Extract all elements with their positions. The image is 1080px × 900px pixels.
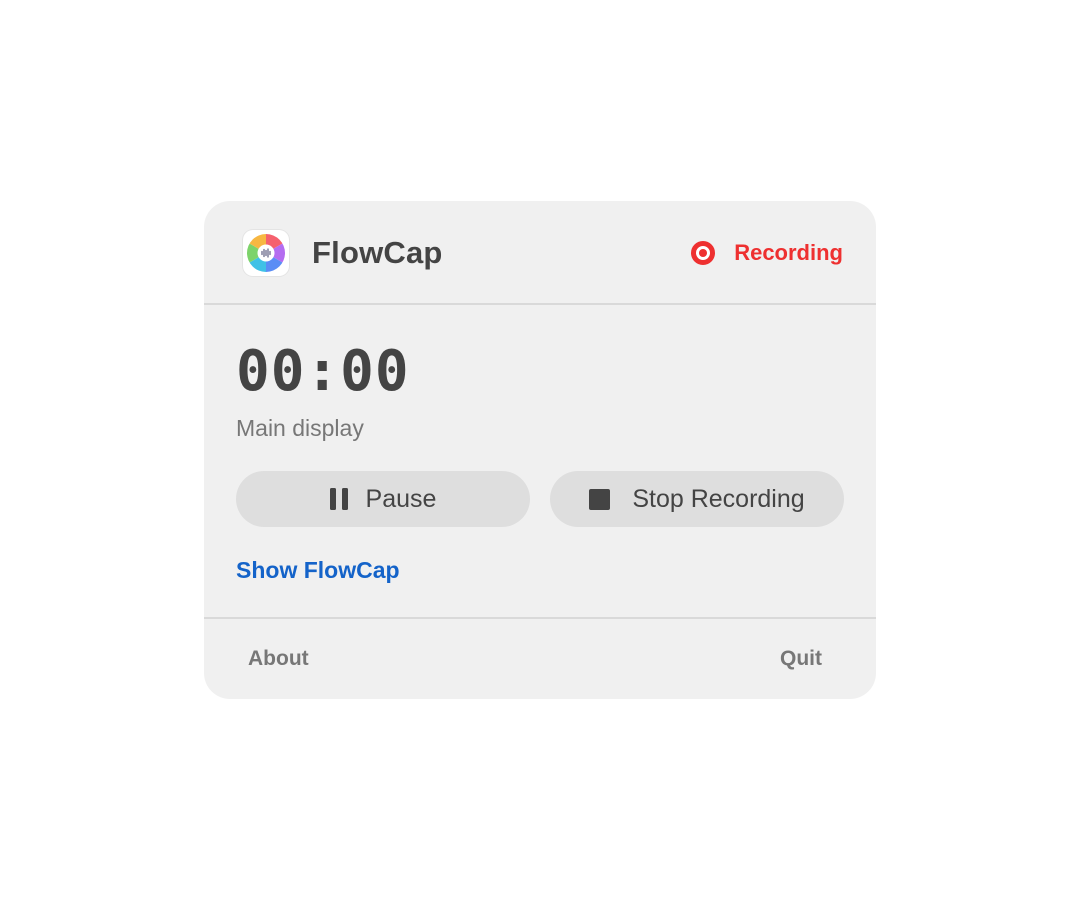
pause-button-label: Pause xyxy=(365,484,437,513)
stop-recording-button[interactable]: Stop Recording xyxy=(550,471,844,527)
panel-header: FlowCap Recording xyxy=(204,201,876,305)
flowcap-logo-icon xyxy=(243,230,289,276)
elapsed-timer: 00:00 xyxy=(236,339,410,404)
stop-icon xyxy=(589,488,611,510)
recording-status-label: Recording xyxy=(734,240,843,265)
quit-button[interactable]: Quit xyxy=(780,645,822,673)
app-title: FlowCap xyxy=(312,235,443,270)
recording-status: Recording xyxy=(691,238,843,268)
record-dot-icon xyxy=(691,241,716,265)
show-app-link[interactable]: Show FlowCap xyxy=(236,555,400,585)
pause-button[interactable]: Pause xyxy=(236,471,530,527)
footer-divider xyxy=(204,617,876,619)
capture-source-label: Main display xyxy=(236,415,364,441)
recording-menu-panel: FlowCap Recording 00:00 Main display Pau… xyxy=(204,201,876,699)
about-button[interactable]: About xyxy=(248,645,309,673)
pause-icon xyxy=(329,488,348,510)
stop-recording-button-label: Stop Recording xyxy=(632,484,805,513)
